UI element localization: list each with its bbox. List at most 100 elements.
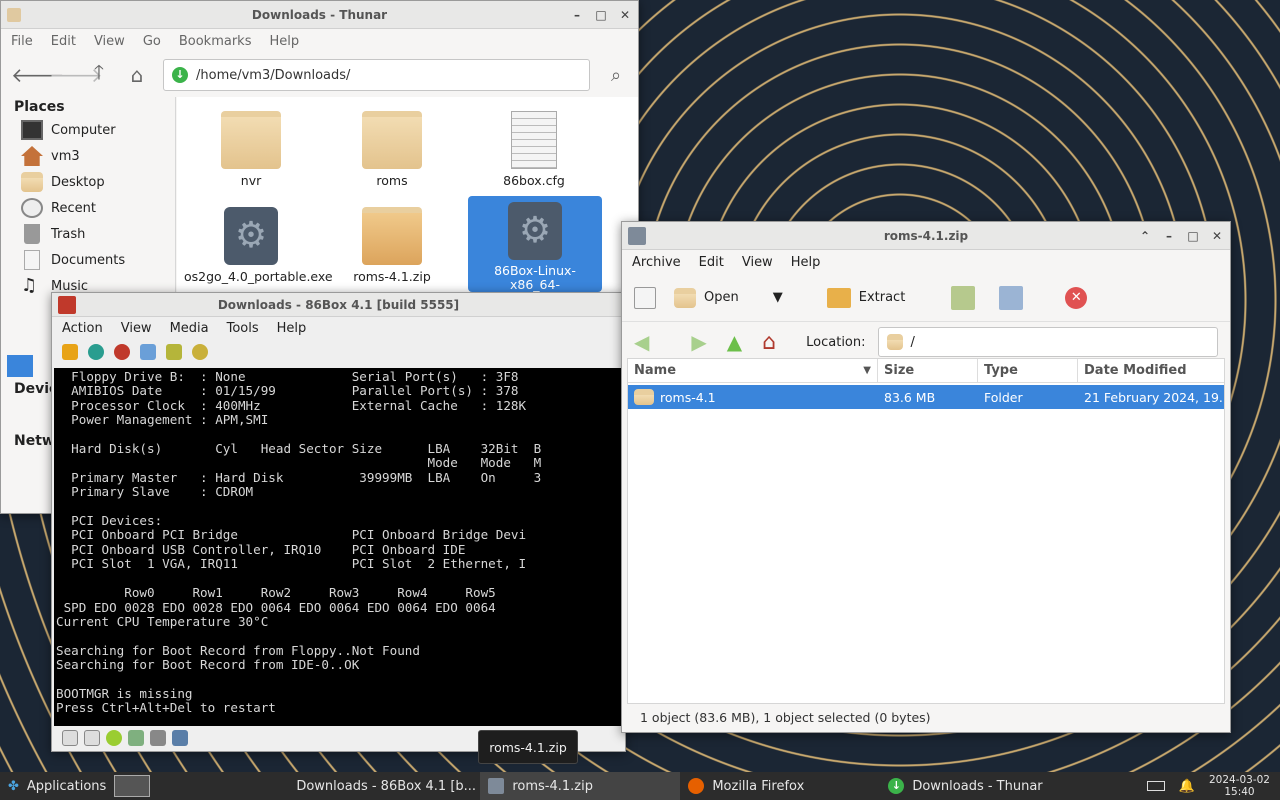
menu-help[interactable]: Help (269, 34, 299, 49)
back-icon[interactable]: ◀ (634, 330, 649, 354)
settings-icon[interactable] (192, 344, 208, 360)
screen-line: Searching for Boot Record from Floppy..N… (56, 642, 420, 658)
column-date[interactable]: Date Modified (1078, 359, 1224, 382)
location-bar[interactable]: ↓ /home/vm3/Downloads/ (163, 59, 590, 91)
window-title: Downloads - Thunar (251, 7, 388, 22)
folder-icon (21, 172, 43, 192)
open-button[interactable]: Open ▼ (666, 284, 791, 312)
sidebar-item-computer[interactable]: Computer (1, 117, 175, 143)
menu-action[interactable]: Action (62, 321, 103, 336)
gear-icon: ⚙ (508, 202, 562, 260)
file-item[interactable]: 86box.cfg (467, 105, 601, 188)
sidebar-item-desktop[interactable]: Desktop (1, 169, 175, 195)
extract-button[interactable]: Extract (819, 284, 914, 312)
sidebar-item-home[interactable]: vm3 (1, 143, 175, 169)
workspace-switcher[interactable] (114, 775, 151, 797)
archive-titlebar[interactable]: roms-4.1.zip ⌃ – □ ✕ (622, 222, 1230, 250)
menu-view[interactable]: View (742, 255, 773, 270)
menu-view[interactable]: View (121, 321, 152, 336)
sidebar-item-recent[interactable]: Recent (1, 195, 175, 221)
floppy-icon[interactable] (84, 730, 100, 746)
hard-disk-icon[interactable] (128, 730, 144, 746)
task-86box[interactable]: Downloads - 86Box 4.1 [b... (280, 772, 480, 800)
menu-bookmarks[interactable]: Bookmarks (179, 34, 252, 49)
file-item[interactable]: roms (325, 105, 459, 188)
home-icon[interactable]: ⌂ (125, 63, 149, 87)
screen-line: Primary Slave : CDROM (56, 484, 254, 500)
folder-icon (674, 287, 696, 308)
home-icon[interactable]: ⌂ (762, 330, 776, 355)
archive-app-icon (628, 226, 646, 245)
maximize-icon[interactable]: □ (1186, 229, 1200, 243)
menu-media[interactable]: Media (170, 321, 209, 336)
pause-icon[interactable] (62, 344, 78, 360)
close-icon[interactable]: ✕ (1210, 229, 1224, 243)
file-item[interactable]: nvr (184, 105, 318, 188)
clock[interactable]: 2024-03-02 15:40 (1209, 774, 1270, 798)
new-archive-icon[interactable] (634, 286, 656, 309)
sidebar-item-trash[interactable]: Trash (1, 221, 175, 247)
close-icon[interactable]: ✕ (618, 8, 632, 22)
maximize-icon[interactable]: □ (594, 8, 608, 22)
power-icon[interactable] (114, 344, 130, 360)
menu-go[interactable]: Go (143, 34, 161, 49)
menu-help[interactable]: Help (277, 321, 307, 336)
document-icon (24, 250, 40, 270)
notification-bell-icon[interactable]: 🔔 (1179, 779, 1195, 794)
cdrom-icon[interactable] (106, 730, 122, 746)
file-item[interactable]: roms-4.1.zip (325, 201, 459, 284)
ctrl-alt-del-icon[interactable] (140, 344, 156, 360)
search-icon[interactable]: ⌕ (604, 65, 628, 86)
column-name[interactable]: Name ▼ (628, 359, 878, 382)
emulator-screen[interactable]: Floppy Drive B: : None Serial Port(s) : … (54, 368, 624, 726)
menu-help[interactable]: Help (791, 255, 821, 270)
column-type[interactable]: Type (978, 359, 1078, 382)
menu-file[interactable]: File (11, 34, 33, 49)
chevron-down-icon: ▼ (863, 365, 871, 376)
location-path: /home/vm3/Downloads/ (196, 67, 351, 83)
86box-menubar: Action View Media Tools Help (52, 317, 625, 339)
collapse-icon[interactable]: ⌃ (1138, 229, 1152, 243)
tooltip: roms-4.1.zip (478, 730, 578, 764)
task-archive[interactable]: roms-4.1.zip (480, 772, 681, 800)
sidebar-item-downloads-selected[interactable] (7, 355, 33, 377)
floppy-icon[interactable] (62, 730, 78, 746)
screen-line (56, 500, 624, 514)
menu-edit[interactable]: Edit (51, 34, 76, 49)
forward-icon[interactable]: 🡒 (49, 63, 103, 87)
file-item-selected[interactable]: ⚙86Box-Linux-x86_64-b5555.AppImage (468, 196, 602, 306)
add-files-icon[interactable] (951, 285, 976, 310)
menu-tools[interactable]: Tools (227, 321, 259, 336)
ctrl-alt-esc-icon[interactable] (166, 344, 182, 360)
add-folder-icon[interactable] (999, 285, 1024, 310)
chevron-down-icon[interactable]: ▼ (773, 290, 783, 305)
up-icon[interactable]: ▲ (727, 330, 742, 354)
network-icon[interactable] (150, 730, 166, 746)
up-icon[interactable]: 🡑 (87, 58, 111, 92)
battery-icon[interactable] (1146, 781, 1165, 791)
column-size[interactable]: Size (878, 359, 978, 382)
menu-view[interactable]: View (94, 34, 125, 49)
reset-icon[interactable] (88, 344, 104, 360)
task-thunar[interactable]: ↓ Downloads - Thunar (880, 772, 1080, 800)
menu-archive[interactable]: Archive (632, 255, 681, 270)
stop-icon[interactable]: ✕ (1065, 286, 1088, 309)
table-row[interactable]: roms-4.1 83.6 MB Folder 21 February 2024… (628, 385, 1224, 409)
clock-icon (21, 198, 43, 218)
minimize-icon[interactable]: – (1162, 229, 1176, 243)
file-item[interactable]: ⚙ os2go_4.0_portable.exe (184, 201, 333, 284)
row-size: 83.6 MB (884, 389, 936, 405)
minimize-icon[interactable]: – (570, 8, 584, 22)
screen-line: Searching for Boot Record from IDE-0..OK (56, 657, 360, 673)
applications-menu[interactable]: ✤ Applications (0, 772, 114, 800)
task-firefox[interactable]: Mozilla Firefox (680, 772, 880, 800)
thunar-titlebar[interactable]: Downloads - Thunar – □ ✕ (1, 1, 638, 29)
sound-icon[interactable] (172, 730, 188, 746)
86box-titlebar[interactable]: Downloads - 86Box 4.1 [build 5555] (52, 293, 625, 317)
back-icon[interactable]: 🡐 (11, 63, 65, 87)
location-field[interactable]: / (877, 327, 1218, 357)
sidebar-item-documents[interactable]: Documents (1, 247, 175, 273)
forward-icon[interactable]: ▶ (691, 330, 706, 354)
menu-edit[interactable]: Edit (699, 255, 724, 270)
zip-archive-icon (362, 207, 422, 265)
